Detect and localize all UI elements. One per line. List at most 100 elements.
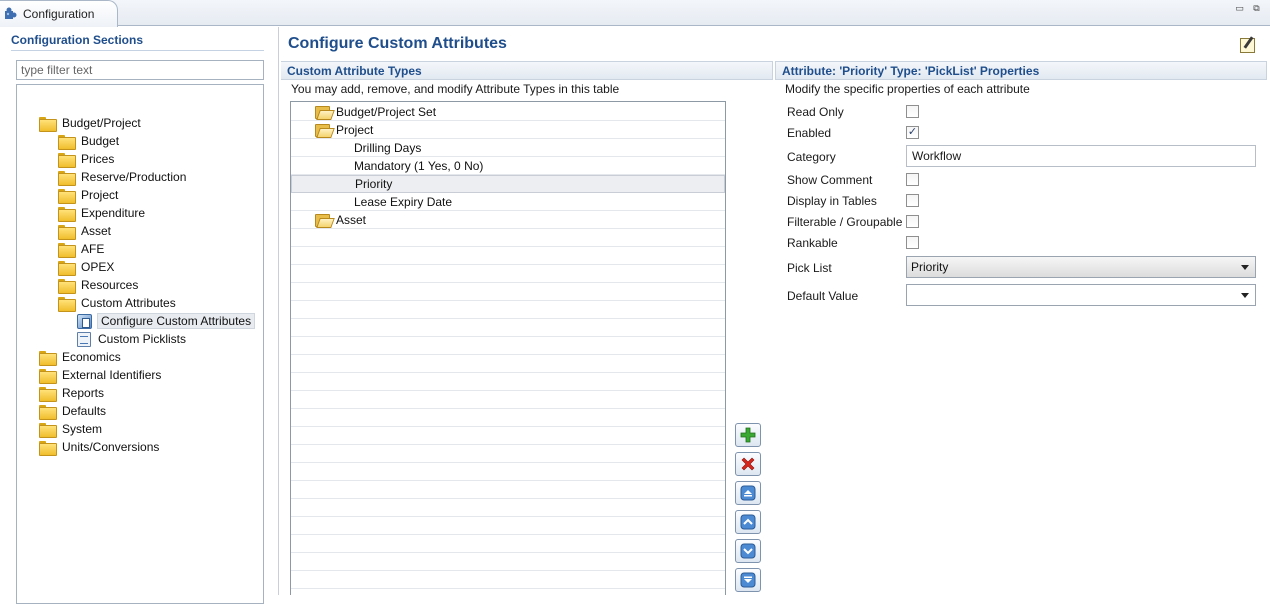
maximize-icon[interactable]: ⧉: [1251, 4, 1262, 14]
read-only-checkbox[interactable]: [906, 105, 919, 118]
configuration-tab[interactable]: Configuration: [0, 0, 118, 27]
folder-icon: [58, 134, 76, 150]
tree-item-label: Economics: [62, 350, 121, 364]
tree-item[interactable]: Custom Picklists: [77, 330, 188, 348]
tree-item[interactable]: Reports: [39, 384, 106, 402]
empty-table-row: [291, 337, 725, 355]
row-label: Asset: [336, 212, 367, 227]
tree-item[interactable]: System: [39, 420, 104, 438]
tree-item-label: Custom Picklists: [98, 332, 187, 346]
tree-item-label: Custom Attributes: [81, 296, 176, 310]
empty-table-row: [291, 517, 725, 535]
rankable-checkbox[interactable]: [906, 236, 919, 249]
types-pane-description: You may add, remove, and modify Attribut…: [291, 82, 620, 96]
empty-table-row: [291, 409, 725, 427]
sections-tree: Budget/Project Budget Prices Reserve/Produc…: [16, 84, 264, 604]
empty-table-row: [291, 535, 725, 553]
default-value-select[interactable]: [906, 284, 1256, 306]
show-comment-checkbox[interactable]: [906, 173, 919, 186]
chevron-down-icon: [1241, 265, 1249, 270]
folder-icon: [58, 170, 76, 186]
table-row[interactable]: Project: [291, 121, 725, 139]
empty-table-row: [291, 463, 725, 481]
tree-item[interactable]: Asset: [58, 222, 113, 240]
tree-item[interactable]: Units/Conversions: [39, 438, 161, 456]
empty-table-row: [291, 247, 725, 265]
tree-item[interactable]: Prices: [58, 150, 116, 168]
category-field[interactable]: Workflow: [906, 145, 1256, 167]
empty-table-row: [291, 481, 725, 499]
sections-divider: [11, 50, 264, 51]
folder-icon: [39, 404, 57, 420]
show-comment-label: Show Comment: [787, 173, 873, 187]
move-bottom-button[interactable]: [735, 568, 761, 592]
move-top-button[interactable]: [735, 481, 761, 505]
tree-item[interactable]: Expenditure: [58, 204, 147, 222]
puzzle-icon: [5, 7, 17, 19]
minimize-icon[interactable]: ▭: [1234, 4, 1245, 14]
pick-list-value: Priority: [911, 260, 949, 274]
table-row[interactable]: Lease Expiry Date: [291, 193, 725, 211]
rankable-label: Rankable: [787, 236, 838, 250]
row-label: Project: [336, 122, 374, 137]
folder-icon: [39, 116, 57, 132]
properties-pane-header: Attribute: 'Priority' Type: 'PickList' P…: [775, 61, 1267, 80]
open-folder-icon: [315, 123, 331, 137]
move-up-button[interactable]: [735, 510, 761, 534]
move-up-icon: [740, 514, 756, 530]
row-label: Priority: [355, 177, 393, 191]
tree-item[interactable]: Budget: [58, 132, 121, 150]
enabled-checkbox[interactable]: ✓: [906, 126, 919, 139]
table-row[interactable]: Mandatory (1 Yes, 0 No): [291, 157, 725, 175]
tree-item[interactable]: Economics: [39, 348, 123, 366]
tree-item-label: System: [62, 422, 103, 436]
filterable-groupable-checkbox[interactable]: [906, 215, 919, 228]
tree-item[interactable]: Custom Attributes: [58, 294, 178, 312]
empty-table-row: [291, 355, 725, 373]
edit-note-icon[interactable]: [1240, 38, 1255, 53]
pick-list-label: Pick List: [787, 261, 832, 275]
empty-table-row: [291, 265, 725, 283]
table-row[interactable]: Priority: [291, 175, 725, 193]
tree-item[interactable]: External Identifiers: [39, 366, 163, 384]
page-title: Configure Custom Attributes: [288, 35, 507, 52]
folder-icon: [58, 242, 76, 258]
tree-item-label: OPEX: [81, 260, 115, 274]
folder-icon: [58, 296, 76, 312]
tree-item-label: Units/Conversions: [62, 440, 160, 454]
folder-icon: [39, 350, 57, 366]
pick-list-select[interactable]: Priority: [906, 256, 1256, 278]
row-label: Lease Expiry Date: [354, 194, 453, 209]
table-row[interactable]: Drilling Days: [291, 139, 725, 157]
folder-icon: [58, 188, 76, 204]
folder-icon: [39, 440, 57, 456]
add-button[interactable]: [735, 423, 761, 447]
empty-table-row: [291, 445, 725, 463]
display-in-tables-checkbox[interactable]: [906, 194, 919, 207]
delete-button[interactable]: [735, 452, 761, 476]
tree-item[interactable]: OPEX: [58, 258, 116, 276]
tree-item-label: Configure Custom Attributes: [97, 313, 256, 329]
chevron-down-icon: [1241, 293, 1249, 298]
tree-item[interactable]: Configure Custom Attributes: [77, 312, 256, 330]
editor-tab-bar: Configuration ▭ ⧉: [0, 0, 1270, 27]
table-row[interactable]: Budget/Project Set: [291, 103, 725, 121]
sections-title: Configuration Sections: [11, 33, 143, 47]
folder-icon: [58, 152, 76, 168]
empty-table-row: [291, 571, 725, 589]
folder-icon: [58, 224, 76, 240]
tree-item[interactable]: Project: [58, 186, 120, 204]
tree-item[interactable]: Budget/Project: [39, 114, 143, 132]
tree-item[interactable]: AFE: [58, 240, 106, 258]
tree-item-label: Prices: [81, 152, 115, 166]
tree-item-label: Asset: [81, 224, 112, 238]
tree-item[interactable]: Reserve/Production: [58, 168, 188, 186]
empty-table-row: [291, 553, 725, 571]
move-down-button[interactable]: [735, 539, 761, 563]
tree-item[interactable]: Resources: [58, 276, 140, 294]
default-value-label: Default Value: [787, 289, 859, 303]
tree-item[interactable]: Defaults: [39, 402, 108, 420]
filter-input[interactable]: [16, 60, 264, 80]
table-row[interactable]: Asset: [291, 211, 725, 229]
enabled-label: Enabled: [787, 126, 832, 140]
